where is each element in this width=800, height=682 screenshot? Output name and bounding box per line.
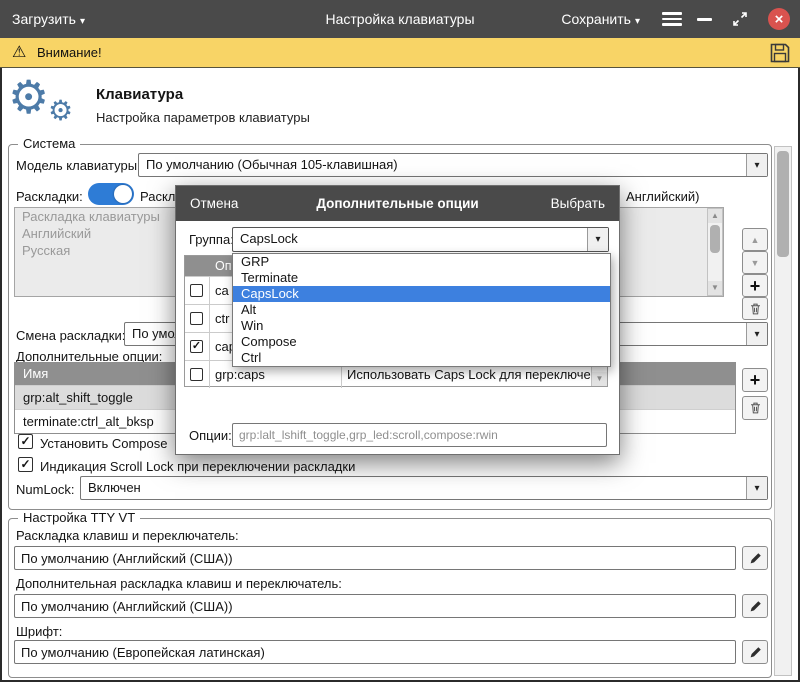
save-file-icon[interactable] — [768, 41, 792, 65]
chevron-down-icon: ▾ — [746, 154, 767, 176]
option-checkbox[interactable] — [190, 368, 203, 381]
check-icon: ✓ — [20, 434, 30, 448]
layouts-text-fragment-left: Раскл — [140, 189, 175, 204]
add-option-button[interactable]: + — [742, 368, 768, 392]
option-checkbox[interactable] — [190, 284, 203, 297]
chevron-down-icon: ▾ — [587, 228, 608, 251]
save-menu-label: Сохранить — [561, 11, 631, 27]
scrolllock-checkbox-label: Индикация Scroll Lock при переключении р… — [40, 459, 355, 474]
compose-checkbox[interactable]: ✓ — [18, 434, 33, 449]
scroll-down-icon[interactable]: ▼ — [592, 372, 607, 386]
edit-tty-extra-layout-button[interactable] — [742, 594, 768, 618]
close-button[interactable]: × — [768, 8, 790, 30]
group-select-value: CapsLock — [240, 231, 584, 246]
chevron-down-icon: ▾ — [635, 16, 640, 27]
check-icon: ✓ — [192, 340, 201, 352]
dropdown-option-selected[interactable]: CapsLock — [233, 286, 610, 302]
scroll-down-icon[interactable]: ▼ — [708, 281, 722, 295]
warning-icon: ⚠ — [12, 42, 26, 62]
plus-icon: + — [750, 277, 761, 295]
system-legend: Система — [18, 136, 80, 151]
option-checkbox[interactable] — [190, 312, 203, 325]
pencil-icon — [749, 600, 762, 613]
pencil-icon — [749, 646, 762, 659]
dialog-header: Отмена Дополнительные опции Выбрать — [176, 186, 619, 221]
close-icon: × — [775, 11, 784, 28]
dropdown-option[interactable]: Ctrl — [233, 350, 610, 366]
layouts-label: Раскладки: — [16, 189, 83, 204]
keyboard-model-value: По умолчанию (Обычная 105-клавишная) — [146, 157, 743, 172]
edit-tty-font-button[interactable] — [742, 640, 768, 664]
menu-icon[interactable] — [662, 12, 682, 26]
main-scrollbar[interactable] — [774, 146, 792, 676]
options-string-label: Опции: — [189, 428, 232, 443]
add-layout-button[interactable]: + — [742, 274, 768, 297]
tty-layout-label: Раскладка клавиш и переключатель: — [16, 528, 239, 543]
chevron-down-icon: ▾ — [746, 323, 767, 345]
toggle-knob — [114, 185, 132, 203]
layouts-text-fragment-right: Английский) — [626, 189, 699, 204]
options-string-input[interactable] — [232, 423, 607, 447]
warning-bar: ⚠ Внимание! — [0, 38, 800, 68]
tty-extra-layout-label: Дополнительная раскладка клавиш и перекл… — [16, 576, 342, 591]
titlebar: Загрузить▾ Настройка клавиатуры Сохранит… — [0, 0, 800, 38]
layout-list-scrollbar[interactable]: ▲ ▼ — [707, 208, 723, 296]
page-title: Клавиатура — [96, 86, 183, 103]
delete-layout-button[interactable] — [742, 297, 768, 320]
scrollbar-thumb[interactable] — [777, 151, 789, 257]
numlock-select[interactable]: Включен ▾ — [80, 476, 768, 500]
compose-checkbox-label: Установить Compose — [40, 436, 167, 451]
tty-font-label: Шрифт: — [16, 624, 62, 639]
layouts-toggle[interactable] — [88, 183, 134, 205]
scrollbar-thumb[interactable] — [710, 225, 720, 253]
dropdown-option[interactable]: Compose — [233, 334, 610, 350]
dropdown-option[interactable]: GRP — [233, 254, 610, 270]
scrolllock-checkbox[interactable]: ✓ — [18, 457, 33, 472]
minimize-button[interactable] — [697, 18, 712, 21]
trash-icon — [749, 401, 762, 415]
tty-font-input[interactable] — [14, 640, 736, 664]
chevron-down-icon: ▾ — [746, 477, 767, 499]
save-menu-button[interactable]: Сохранить ▾ — [561, 11, 640, 27]
numlock-label: NumLock: — [16, 482, 75, 497]
option-checkbox[interactable]: ✓ — [190, 340, 203, 353]
dropdown-option[interactable]: Alt — [233, 302, 610, 318]
edit-tty-layout-button[interactable] — [742, 546, 768, 570]
pencil-icon — [749, 552, 762, 565]
expand-icon[interactable] — [732, 11, 748, 27]
arrow-down-icon: ▼ — [751, 258, 760, 268]
move-layout-up-button[interactable]: ▲ — [742, 228, 768, 251]
layout-switch-label: Смена раскладки: — [16, 328, 125, 343]
move-layout-down-button[interactable]: ▼ — [742, 251, 768, 274]
keyboard-settings-window: Загрузить▾ Настройка клавиатуры Сохранит… — [0, 0, 800, 682]
tty-layout-input[interactable] — [14, 546, 736, 570]
extra-options-dialog: Отмена Дополнительные опции Выбрать Груп… — [175, 185, 620, 455]
group-label: Группа: — [189, 232, 234, 247]
group-select[interactable]: CapsLock ▾ — [232, 227, 609, 252]
warning-label: Внимание! — [37, 45, 102, 60]
gear-small-icon: ⚙ — [48, 97, 73, 125]
plus-icon: + — [750, 371, 761, 389]
keyboard-model-select[interactable]: По умолчанию (Обычная 105-клавишная) ▾ — [138, 153, 768, 177]
scroll-up-icon[interactable]: ▲ — [708, 209, 722, 223]
keyboard-model-label: Модель клавиатуры: — [16, 158, 141, 173]
group-dropdown-list: GRP Terminate CapsLock Alt Win Compose C… — [232, 253, 611, 367]
dropdown-option[interactable]: Win — [233, 318, 610, 334]
arrow-up-icon: ▲ — [751, 235, 760, 245]
page-subtitle: Настройка параметров клавиатуры — [96, 110, 310, 125]
tty-legend: Настройка TTY VT — [18, 510, 140, 525]
tty-extra-layout-input[interactable] — [14, 594, 736, 618]
gears-icon: ⚙ — [8, 74, 49, 120]
check-icon: ✓ — [20, 457, 30, 471]
dropdown-option[interactable]: Terminate — [233, 270, 610, 286]
dialog-select-button[interactable]: Выбрать — [551, 196, 605, 211]
delete-option-button[interactable] — [742, 396, 768, 420]
numlock-value: Включен — [88, 480, 743, 495]
trash-icon — [749, 302, 762, 316]
